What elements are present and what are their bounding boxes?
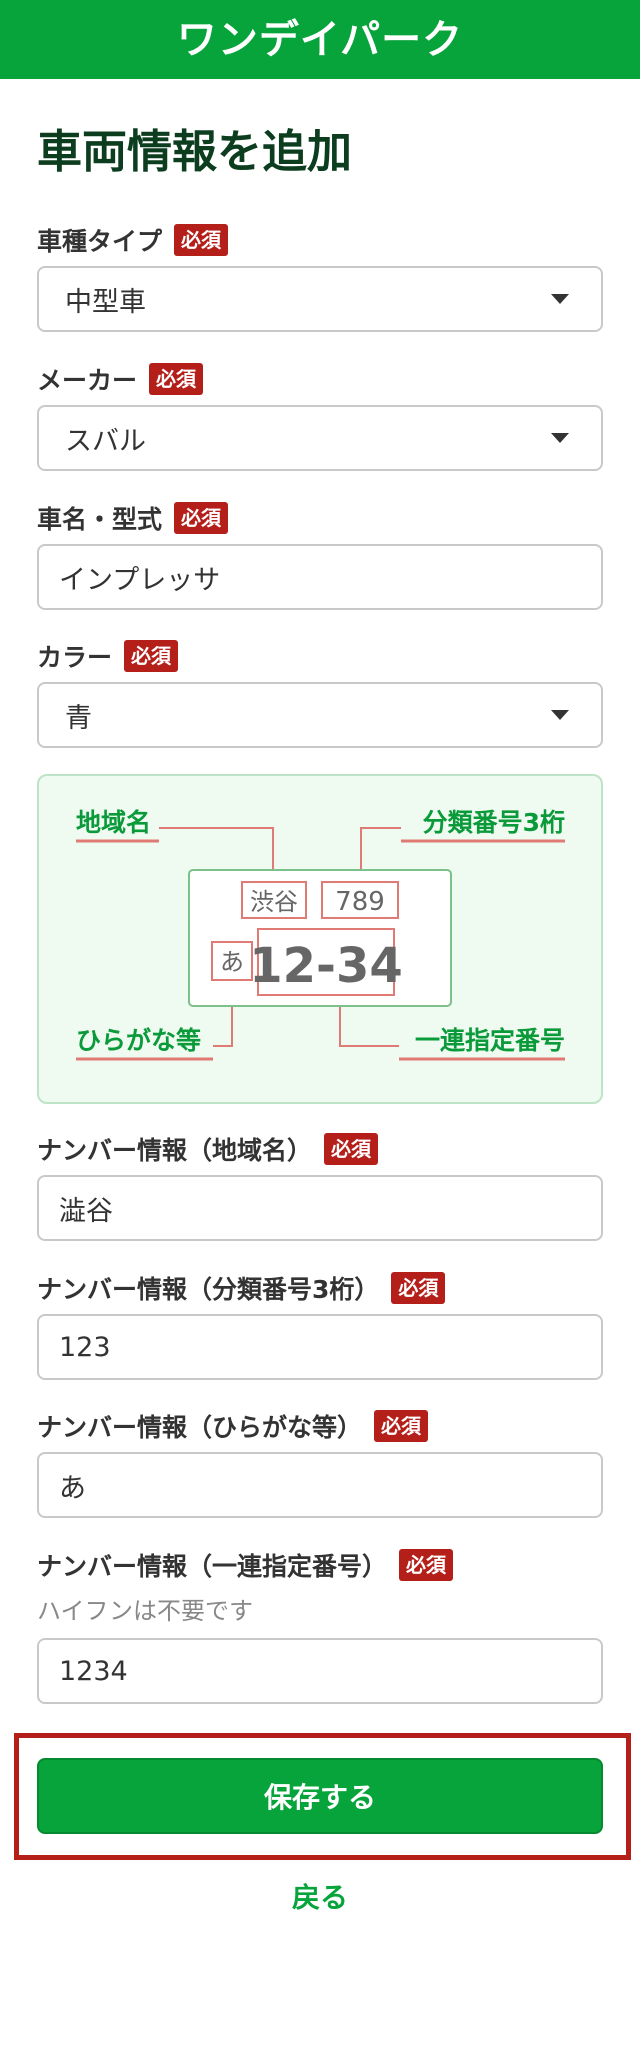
- plate-kana-label: ナンバー情報（ひらがな等） 必須: [37, 1409, 429, 1443]
- plate-region-input[interactable]: [39, 1177, 601, 1239]
- required-badge: 必須: [174, 224, 229, 256]
- color-value: 青: [65, 702, 92, 734]
- plate-class-label: ナンバー情報（分類番号3桁） 必須: [37, 1271, 446, 1305]
- maker-value: スバル: [65, 425, 146, 457]
- kana-diagram-label: ひらがな等: [76, 1026, 201, 1055]
- caret-down-icon: [551, 710, 569, 720]
- brand-logo[interactable]: ワンデイパーク: [177, 20, 463, 60]
- required-badge: 必須: [324, 1133, 379, 1165]
- model-input[interactable]: [39, 546, 601, 608]
- license-plate-diagram: 地域名 分類番号3桁 ひらがな等 一連指定番号 渋谷 789 あ 12-34: [37, 774, 603, 1104]
- app-header: ワンデイパーク: [0, 0, 640, 79]
- back-link[interactable]: 戻る: [0, 1880, 640, 1916]
- serial-diagram-label: 一連指定番号: [415, 1026, 565, 1055]
- required-badge: 必須: [374, 1410, 429, 1442]
- model-label: 車名・型式 必須: [37, 501, 229, 535]
- required-badge: 必須: [124, 640, 179, 672]
- color-label: カラー 必須: [37, 639, 179, 673]
- plate-region-label: ナンバー情報（地域名） 必須: [37, 1132, 379, 1166]
- plate-kana-field[interactable]: [37, 1452, 603, 1518]
- vehicle-type-value: 中型車: [65, 286, 146, 318]
- save-button[interactable]: 保存する: [37, 1758, 603, 1834]
- license-plate-illustration: 地域名 分類番号3桁 ひらがな等 一連指定番号 渋谷 789 あ 12-34: [76, 808, 565, 1061]
- vehicle-type-label: 車種タイプ 必須: [37, 223, 229, 257]
- required-badge: 必須: [399, 1549, 454, 1581]
- plate-serial-sample: 12-34: [249, 938, 403, 994]
- required-badge: 必須: [174, 502, 229, 534]
- plate-class-sample: 789: [335, 887, 385, 917]
- caret-down-icon: [551, 433, 569, 443]
- plate-region-field[interactable]: [37, 1175, 603, 1241]
- plate-serial-label: ナンバー情報（一連指定番号） 必須: [37, 1548, 454, 1582]
- class-diagram-label: 分類番号3桁: [423, 808, 565, 837]
- required-badge: 必須: [391, 1272, 446, 1304]
- plate-class-input[interactable]: [39, 1316, 601, 1378]
- plate-kana-sample: あ: [220, 948, 244, 976]
- region-diagram-label: 地域名: [76, 808, 151, 837]
- plate-serial-input[interactable]: [39, 1640, 601, 1702]
- plate-serial-hint: ハイフンは不要です: [37, 1597, 253, 1625]
- maker-label: メーカー 必須: [37, 362, 204, 396]
- plate-region-sample: 渋谷: [250, 888, 298, 916]
- model-field[interactable]: [37, 544, 603, 610]
- plate-serial-field[interactable]: [37, 1638, 603, 1704]
- vehicle-type-select[interactable]: 中型車: [37, 266, 603, 332]
- caret-down-icon: [551, 294, 569, 304]
- maker-select[interactable]: スバル: [37, 405, 603, 471]
- color-select[interactable]: 青: [37, 682, 603, 748]
- plate-kana-input[interactable]: [39, 1454, 601, 1516]
- plate-class-field[interactable]: [37, 1314, 603, 1380]
- required-badge: 必須: [149, 363, 204, 395]
- page-title: 車両情報を追加: [37, 125, 353, 178]
